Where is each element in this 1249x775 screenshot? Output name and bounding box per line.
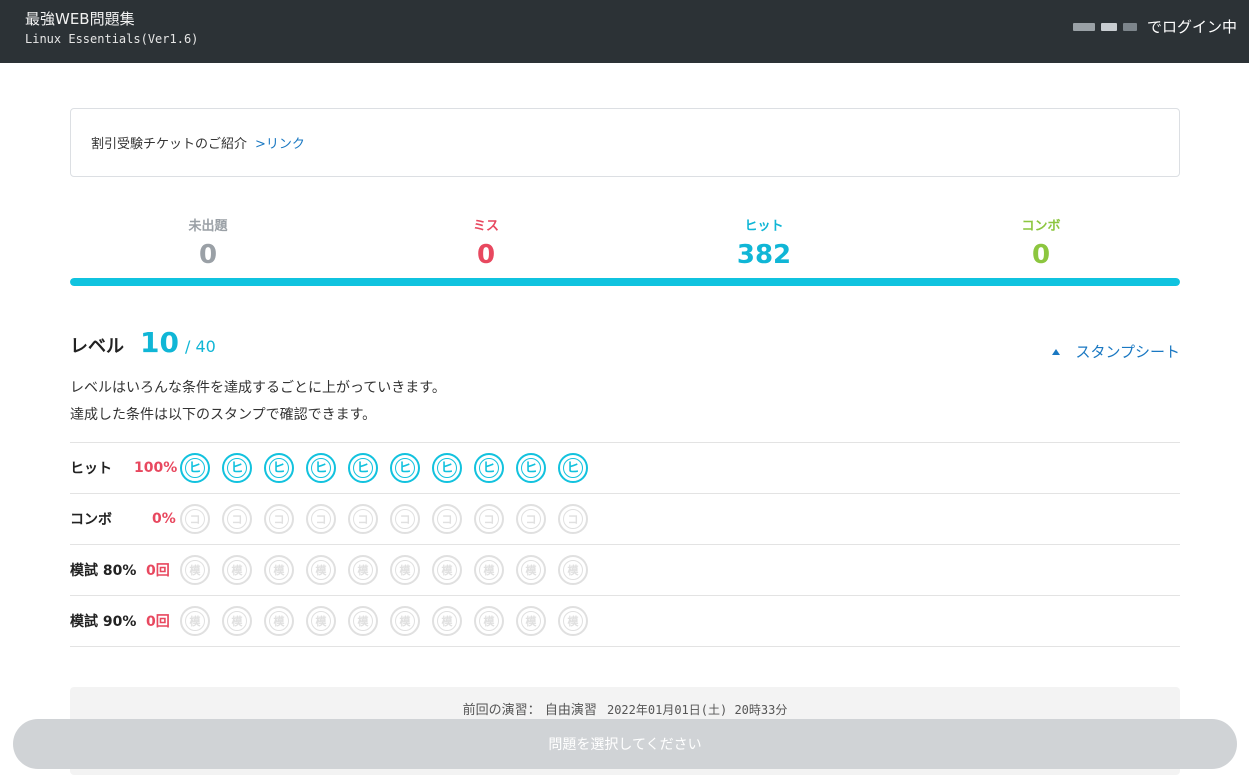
caret-up-icon <box>1052 348 1061 355</box>
stamp-row: 模試 90% 0回模模模模模模模模模模 <box>70 596 1180 647</box>
select-question-button[interactable]: 問題を選択してください <box>13 719 1237 769</box>
level-value: 10 <box>140 326 179 359</box>
stamp-sheet: ヒット 100% ヒヒヒヒヒヒヒヒヒヒコンボ 0% ココココココココココ模試 80% 0回… <box>70 442 1180 647</box>
stat-3: コンボ 0 <box>941 218 1141 270</box>
stamp-row-percent: 0回 <box>146 563 170 579</box>
stat-0: 未出題 0 <box>108 218 308 270</box>
stat-1: ミス 0 <box>386 218 586 270</box>
stamp-row-percent: 0回 <box>146 614 170 630</box>
stamp-empty-icon: 模 <box>516 606 546 636</box>
stamp-empty-icon: 模 <box>474 555 504 585</box>
level-max: / 40 <box>184 337 216 356</box>
progress-bar <box>70 278 1180 286</box>
stamp-empty-icon: 模 <box>516 555 546 585</box>
ticket-notice: 割引受験チケットのご紹介 >リンク <box>70 108 1180 177</box>
login-label: でログイン中 <box>1146 18 1237 36</box>
stat-value: 382 <box>736 240 792 270</box>
stamp-row-label: 模試 80% <box>70 563 137 579</box>
stamp-empty-icon: コ <box>306 504 336 534</box>
stamp-empty-icon: コ <box>180 504 210 534</box>
stats-summary: 未出題 0 ミス 0 ヒット 382 コンボ 0 <box>70 218 1180 270</box>
stamp-empty-icon: コ <box>222 504 252 534</box>
level-indicator: レベル 10 / 40 <box>70 326 216 359</box>
stamp-empty-icon: 模 <box>474 606 504 636</box>
stamp-earned-icon: ヒ <box>390 453 420 483</box>
stamp-earned-icon: ヒ <box>264 453 294 483</box>
last-practice-line: 前回の演習： 自由演習 2022年01月01日(土) 20時33分 <box>70 699 1180 718</box>
app-title: 最強WEB問題集 <box>25 10 135 28</box>
stamp-sheet-toggle[interactable]: スタンプシート <box>1052 341 1180 362</box>
stamp-empty-icon: 模 <box>432 606 462 636</box>
stamp-list: ヒヒヒヒヒヒヒヒヒヒ <box>180 453 588 483</box>
stamp-empty-icon: 模 <box>558 606 588 636</box>
stamp-earned-icon: ヒ <box>432 453 462 483</box>
last-practice-datetime: 2022年01月01日(土) 20時33分 <box>606 703 788 717</box>
stat-label: ヒット <box>744 219 784 234</box>
stat-label: ミス <box>472 219 499 234</box>
stamp-empty-icon: 模 <box>180 555 210 585</box>
stamp-earned-icon: ヒ <box>180 453 210 483</box>
stamp-list: ココココココココココ <box>180 504 588 534</box>
stamp-empty-icon: コ <box>516 504 546 534</box>
level-label: レベル <box>70 336 124 357</box>
stat-value: 0 <box>476 240 496 270</box>
stamp-empty-icon: コ <box>348 504 378 534</box>
last-practice-label: 前回の演習： <box>462 703 541 718</box>
login-status[interactable]: でログイン中 <box>1072 16 1237 37</box>
stamp-empty-icon: 模 <box>348 606 378 636</box>
stamp-row-label: コンボ <box>70 512 112 528</box>
stat-value: 0 <box>1031 240 1051 270</box>
stamp-row: ヒット 100% ヒヒヒヒヒヒヒヒヒヒ <box>70 443 1180 494</box>
stamp-row: コンボ 0% ココココココココココ <box>70 494 1180 545</box>
stamp-earned-icon: ヒ <box>348 453 378 483</box>
username-redacted <box>1072 22 1137 31</box>
stamp-empty-icon: コ <box>390 504 420 534</box>
stamp-empty-icon: 模 <box>306 606 336 636</box>
stamp-list: 模模模模模模模模模模 <box>180 606 588 636</box>
stamp-empty-icon: コ <box>558 504 588 534</box>
stamp-empty-icon: 模 <box>222 555 252 585</box>
stat-label: コンボ <box>1021 219 1061 234</box>
stamp-empty-icon: 模 <box>264 555 294 585</box>
brand[interactable]: 最強WEB問題集 Linux Essentials(Ver1.6) <box>25 9 198 48</box>
last-practice-type: 自由演習 <box>544 703 597 718</box>
progress-fill <box>70 278 1180 286</box>
notice-text: 割引受験チケットのご紹介 <box>91 137 248 152</box>
stamp-empty-icon: 模 <box>432 555 462 585</box>
stamp-earned-icon: ヒ <box>558 453 588 483</box>
stamp-empty-icon: 模 <box>264 606 294 636</box>
stamp-row-percent: 100% <box>134 460 178 476</box>
stamp-empty-icon: 模 <box>222 606 252 636</box>
stamp-empty-icon: 模 <box>390 555 420 585</box>
stamp-empty-icon: 模 <box>180 606 210 636</box>
stamp-earned-icon: ヒ <box>474 453 504 483</box>
desc-line-2: 達成した条件は以下のスタンプで確認できます。 <box>70 407 377 423</box>
stamp-row-percent: 0% <box>152 511 176 527</box>
stat-label: 未出題 <box>188 219 228 234</box>
stamp-earned-icon: ヒ <box>306 453 336 483</box>
notice-link[interactable]: >リンク <box>255 133 305 152</box>
stamp-earned-icon: ヒ <box>516 453 546 483</box>
stamp-row-label: 模試 90% <box>70 614 137 630</box>
stamp-empty-icon: 模 <box>390 606 420 636</box>
stamp-empty-icon: 模 <box>558 555 588 585</box>
exam-name: Linux Essentials(Ver1.6) <box>25 32 199 46</box>
stamp-empty-icon: コ <box>474 504 504 534</box>
desc-line-1: レベルはいろんな条件を達成するごとに上がっていきます。 <box>70 380 446 396</box>
stamp-row: 模試 80% 0回模模模模模模模模模模 <box>70 545 1180 596</box>
stamp-sheet-label: スタンプシート <box>1075 343 1180 361</box>
top-navbar: 最強WEB問題集 Linux Essentials(Ver1.6) でログイン中 <box>0 0 1249 63</box>
stat-2: ヒット 382 <box>664 218 864 270</box>
stat-value: 0 <box>198 240 218 270</box>
stamp-row-label: ヒット <box>70 461 112 477</box>
stamp-empty-icon: 模 <box>306 555 336 585</box>
stamp-empty-icon: 模 <box>348 555 378 585</box>
stamp-empty-icon: コ <box>432 504 462 534</box>
stamp-earned-icon: ヒ <box>222 453 252 483</box>
stamp-list: 模模模模模模模模模模 <box>180 555 588 585</box>
level-description: レベルはいろんな条件を達成するごとに上がっていきます。 達成した条件は以下のスタ… <box>70 375 446 429</box>
stamp-empty-icon: コ <box>264 504 294 534</box>
